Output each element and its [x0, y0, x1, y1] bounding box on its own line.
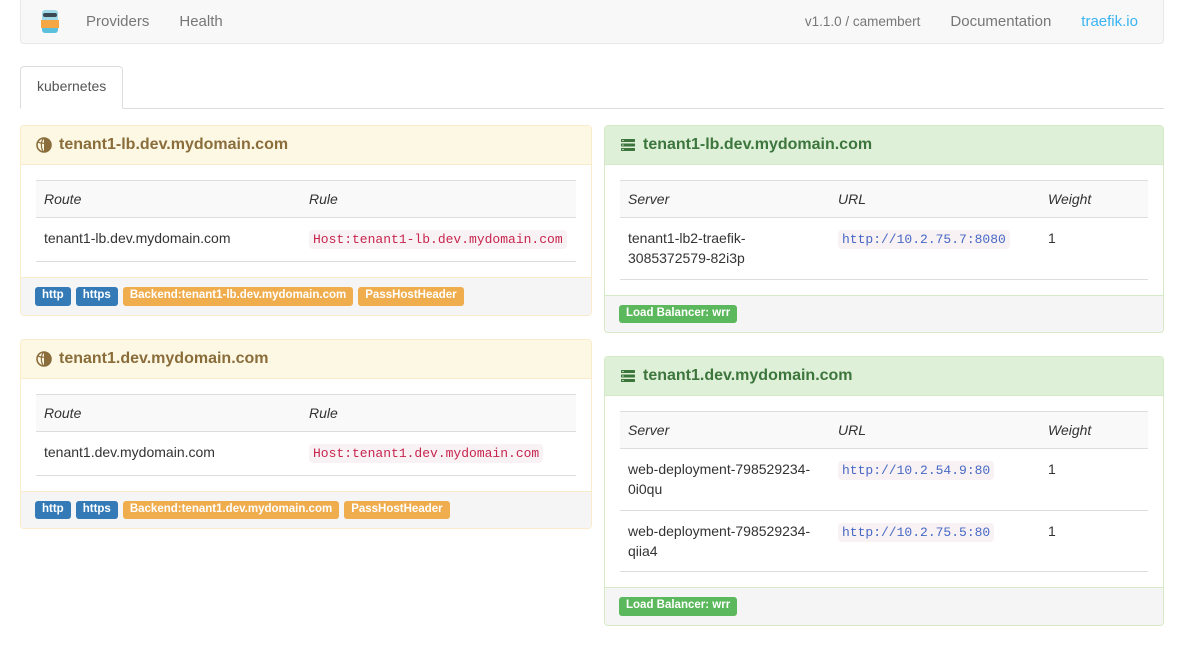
table-row: tenant1-lb.dev.mydomain.com Host:tenant1… — [36, 218, 576, 262]
frontends-column: tenant1-lb.dev.mydomain.com Route Rule — [20, 125, 592, 649]
column-header-rule: Rule — [301, 181, 576, 218]
weight-cell: 1 — [1040, 218, 1148, 280]
frontend-title: tenant1.dev.mydomain.com — [59, 350, 269, 368]
dashboard-content: tenant1-lb.dev.mydomain.com Route Rule — [20, 125, 1184, 649]
table-header-row: Route Rule — [36, 394, 576, 431]
backend-panel-body: Server URL Weight web-deployment-7985292… — [605, 396, 1163, 587]
tab-kubernetes[interactable]: kubernetes — [20, 66, 123, 109]
frontend-routes-table: Route Rule tenant1-lb.dev.mydomain.com H… — [36, 180, 576, 262]
navbar-right-group: v1.1.0 / camembert Documentation traefik… — [790, 0, 1163, 44]
table-row: tenant1-lb2-traefik-3085372579-82i3p htt… — [620, 218, 1148, 280]
weight-cell: 1 — [1040, 449, 1148, 511]
nav-item-providers[interactable]: Providers — [71, 0, 164, 44]
url-cell: http://10.2.75.7:8080 — [830, 218, 1040, 280]
table-header-row: Server URL Weight — [620, 412, 1148, 449]
backend-panel: tenant1.dev.mydomain.com Server URL Weig… — [604, 356, 1164, 626]
url-code: http://10.2.75.7:8080 — [838, 230, 1010, 249]
frontend-panel: tenant1-lb.dev.mydomain.com Route Rule — [20, 125, 592, 316]
frontend-panel-body: Route Rule tenant1.dev.mydomain.com Host… — [21, 379, 591, 491]
backend-panel-heading: tenant1.dev.mydomain.com — [605, 357, 1163, 396]
status-badge: Backend:tenant1-lb.dev.mydomain.com — [123, 287, 353, 306]
nav-item-health[interactable]: Health — [164, 0, 237, 44]
version-label: v1.1.0 / camembert — [790, 0, 936, 44]
frontend-panel: tenant1.dev.mydomain.com Route Rule ten — [20, 339, 592, 530]
backend-panel-footer: Load Balancer: wrr — [605, 587, 1163, 625]
server-cell: tenant1-lb2-traefik-3085372579-82i3p — [620, 218, 830, 280]
weight-cell: 1 — [1040, 510, 1148, 572]
status-badge: PassHostHeader — [344, 501, 449, 520]
backend-servers-table: Server URL Weight tenant1-lb2-traefik-30… — [620, 180, 1148, 280]
route-cell: tenant1-lb.dev.mydomain.com — [36, 218, 301, 262]
frontend-title: tenant1-lb.dev.mydomain.com — [59, 136, 288, 154]
table-row: web-deployment-798529234-0i0qu http://10… — [620, 449, 1148, 511]
rule-cell: Host:tenant1-lb.dev.mydomain.com — [301, 218, 576, 262]
column-header-route: Route — [36, 394, 301, 431]
column-header-route: Route — [36, 181, 301, 218]
route-cell: tenant1.dev.mydomain.com — [36, 431, 301, 475]
backend-panel-footer: Load Balancer: wrr — [605, 295, 1163, 333]
table-row: tenant1.dev.mydomain.com Host:tenant1.de… — [36, 431, 576, 475]
globe-icon — [36, 351, 52, 367]
traefik-io-link[interactable]: traefik.io — [1066, 0, 1153, 44]
frontend-panel-footer: http https Backend:tenant1.dev.mydomain.… — [21, 491, 591, 529]
table-header-row: Route Rule — [36, 181, 576, 218]
column-header-weight: Weight — [1040, 412, 1148, 449]
globe-icon — [36, 137, 52, 153]
panels-row: tenant1-lb.dev.mydomain.com Route Rule — [20, 125, 1184, 649]
status-badge: Backend:tenant1.dev.mydomain.com — [123, 501, 339, 520]
load-balancer-badge: Load Balancer: wrr — [619, 597, 737, 616]
url-cell: http://10.2.54.9:80 — [830, 449, 1040, 511]
server-stack-icon — [620, 137, 636, 153]
load-balancer-badge: Load Balancer: wrr — [619, 305, 737, 324]
backend-panel-body: Server URL Weight tenant1-lb2-traefik-30… — [605, 165, 1163, 295]
traefik-logo-link[interactable] — [21, 0, 71, 44]
rule-cell: Host:tenant1.dev.mydomain.com — [301, 431, 576, 475]
server-cell: web-deployment-798529234-0i0qu — [620, 449, 830, 511]
backend-panel-heading: tenant1-lb.dev.mydomain.com — [605, 126, 1163, 165]
frontend-routes-table: Route Rule tenant1.dev.mydomain.com Host… — [36, 394, 576, 476]
backend-title: tenant1.dev.mydomain.com — [643, 367, 853, 385]
backends-column: tenant1-lb.dev.mydomain.com Server URL W… — [604, 125, 1164, 649]
frontend-panel-heading: tenant1.dev.mydomain.com — [21, 340, 591, 379]
frontend-panel-heading: tenant1-lb.dev.mydomain.com — [21, 126, 591, 165]
column-header-server: Server — [620, 181, 830, 218]
navbar-left-group: Providers Health — [21, 0, 238, 43]
rule-code: Host:tenant1-lb.dev.mydomain.com — [309, 230, 567, 249]
provider-tabs: kubernetes — [20, 66, 1164, 109]
server-cell: web-deployment-798529234-qiia4 — [620, 510, 830, 572]
traefik-mascot-logo-icon — [40, 10, 60, 34]
column-header-url: URL — [830, 412, 1040, 449]
frontend-panel-footer: http https Backend:tenant1-lb.dev.mydoma… — [21, 277, 591, 315]
table-header-row: Server URL Weight — [620, 181, 1148, 218]
backend-panel: tenant1-lb.dev.mydomain.com Server URL W… — [604, 125, 1164, 333]
table-row: web-deployment-798529234-qiia4 http://10… — [620, 510, 1148, 572]
status-badge: https — [76, 501, 118, 520]
status-badge: https — [76, 287, 118, 306]
status-badge: http — [35, 501, 71, 520]
column-header-weight: Weight — [1040, 181, 1148, 218]
column-header-rule: Rule — [301, 394, 576, 431]
backend-servers-table: Server URL Weight web-deployment-7985292… — [620, 411, 1148, 572]
column-header-url: URL — [830, 181, 1040, 218]
rule-code: Host:tenant1.dev.mydomain.com — [309, 444, 543, 463]
frontend-panel-body: Route Rule tenant1-lb.dev.mydomain.com H… — [21, 165, 591, 277]
status-badge: PassHostHeader — [358, 287, 463, 306]
backend-title: tenant1-lb.dev.mydomain.com — [643, 136, 872, 154]
column-header-server: Server — [620, 412, 830, 449]
top-navbar: Providers Health v1.1.0 / camembert Docu… — [20, 0, 1164, 44]
documentation-link[interactable]: Documentation — [935, 0, 1066, 44]
url-code: http://10.2.75.5:80 — [838, 523, 994, 542]
status-badge: http — [35, 287, 71, 306]
url-cell: http://10.2.75.5:80 — [830, 510, 1040, 572]
url-code: http://10.2.54.9:80 — [838, 461, 994, 480]
server-stack-icon — [620, 368, 636, 384]
